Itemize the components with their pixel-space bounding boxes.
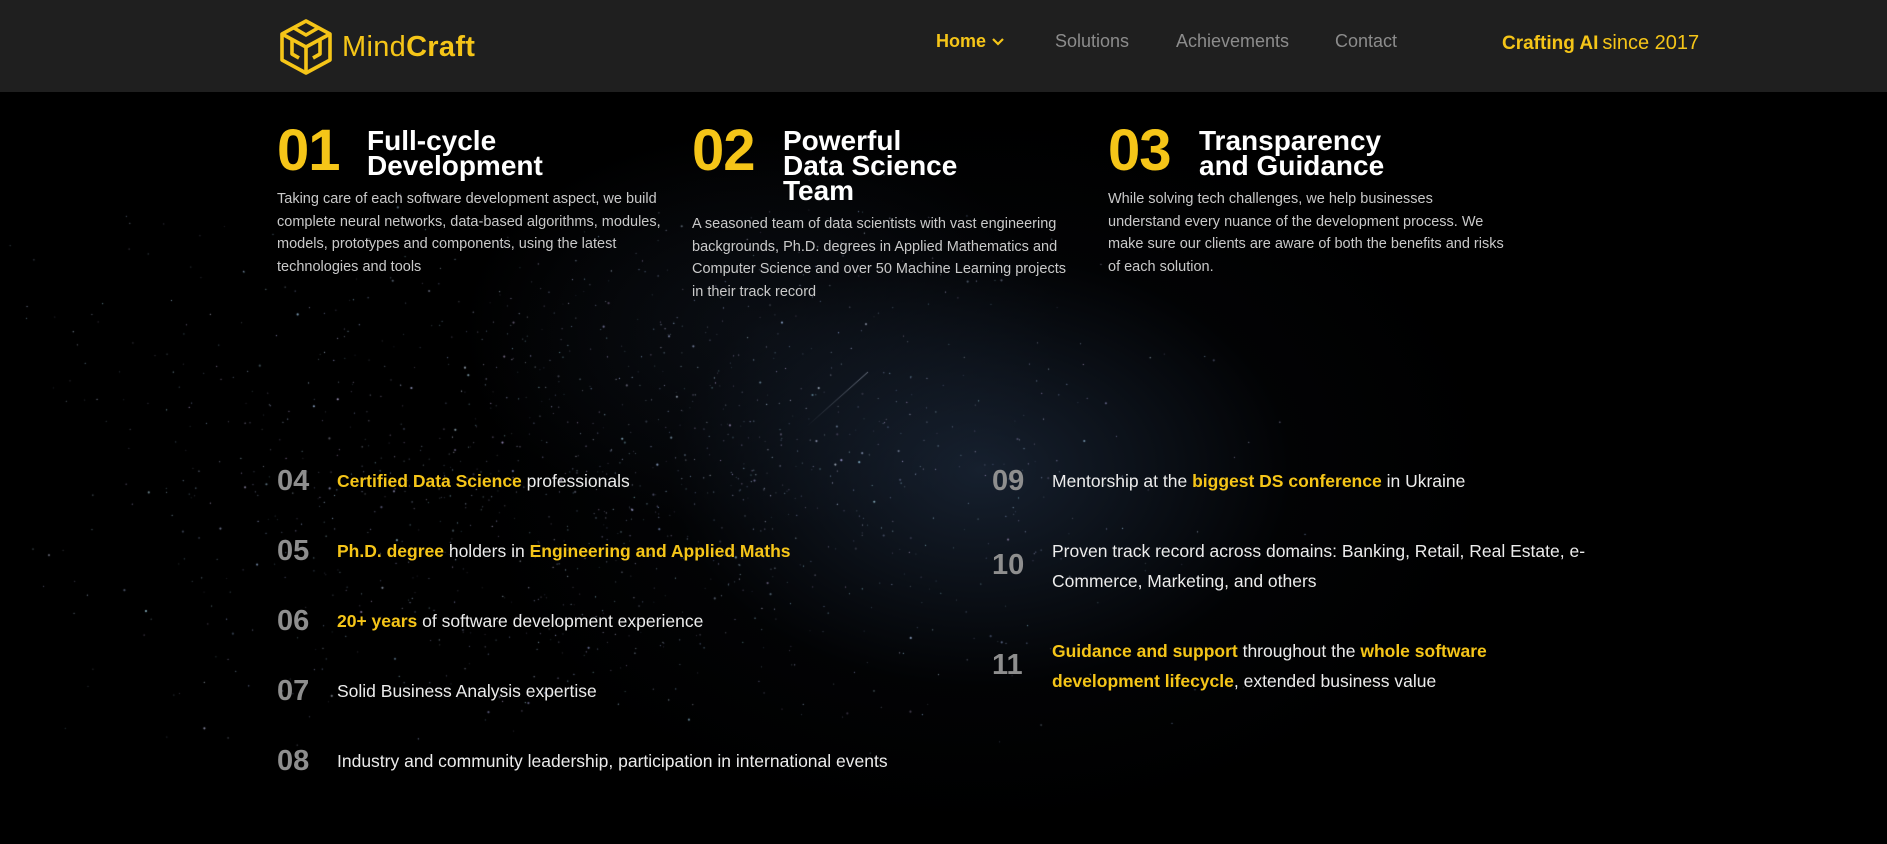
nav-item-home[interactable]: Home [936, 31, 1004, 52]
plain-text: holders in [443, 541, 530, 561]
list-item-text: 20+ years of software development experi… [337, 606, 897, 636]
plain-text: Mentorship at the [1052, 471, 1193, 491]
feature-description: Taking care of each software development… [277, 191, 661, 275]
header: MindCraft Home Solutions Achievements Co… [0, 0, 1887, 92]
list-item-number: 09 [992, 465, 1025, 497]
feature-title: Transparency and Guidance [1199, 125, 1385, 181]
plain-text: Solid Business Analysis expertise [337, 681, 597, 701]
nav-item-label: Achievements [1176, 31, 1290, 51]
list-item-number: 11 [992, 649, 1023, 681]
tagline: Crafting AI since 2017 [1502, 32, 1699, 55]
list-item-text: Guidance and support throughout the whol… [1052, 636, 1592, 696]
list-item-text: Solid Business Analysis expertise [337, 676, 897, 706]
list-item-text: Industry and community leadership, parti… [337, 746, 977, 776]
brand-name: MindCraft [342, 31, 475, 64]
nav-item-achievements[interactable]: Achievements [1176, 31, 1289, 52]
nav-item-solutions[interactable]: Solutions [1055, 31, 1129, 52]
brand-name-light: Mind [342, 30, 407, 63]
highlight-text: Guidance and support [1052, 641, 1238, 661]
highlight-text: Engineering and Applied Maths [529, 541, 791, 561]
brand-name-bold: Craft [406, 30, 476, 63]
feature-title: Powerful Data Science Team [783, 125, 958, 206]
nav-item-label: Solutions [1055, 31, 1130, 51]
list-item-number: 07 [277, 675, 310, 707]
feature-number: 02 [692, 118, 756, 183]
highlight-text: biggest DS conference [1192, 471, 1382, 491]
list-item-number: 06 [277, 605, 310, 637]
list-item-text: Ph.D. degree holders in Engineering and … [337, 536, 897, 566]
plain-text: Proven track record across domains: Bank… [1052, 541, 1586, 591]
plain-text: , extended business value [1233, 671, 1437, 691]
mindcraft-cube-logo-icon [280, 19, 332, 75]
plain-text: professionals [521, 471, 630, 491]
nav-item-label: Contact [1335, 31, 1398, 51]
highlight-text: Certified Data Science [337, 471, 522, 491]
highlight-text: 20+ years [337, 611, 418, 631]
feature-description: A seasoned team of data scientists with … [692, 216, 1066, 300]
plain-text: of software development experience [417, 611, 704, 631]
plain-text: in Ukraine [1381, 471, 1466, 491]
nav-item-contact[interactable]: Contact [1335, 31, 1397, 52]
logo-link[interactable]: MindCraft [278, 18, 475, 76]
tagline-strong: Crafting AI [1502, 33, 1599, 54]
list-item-number: 08 [277, 745, 310, 777]
highlight-text: Ph.D. degree [337, 541, 444, 561]
list-item-number: 04 [277, 465, 310, 497]
tagline-since: since 2017 [1602, 32, 1700, 54]
list-item-text: Proven track record across domains: Bank… [1052, 536, 1592, 596]
feature-number: 01 [277, 118, 341, 183]
page: MindCraft Home Solutions Achievements Co… [0, 0, 1887, 844]
nav-item-label: Home [936, 31, 987, 51]
list-item-number: 10 [992, 549, 1025, 581]
plain-text: Industry and community leadership, parti… [337, 751, 888, 771]
list-item-text: Certified Data Science professionals [337, 466, 897, 496]
chevron-down-icon [992, 38, 1004, 46]
feature-description: While solving tech challenges, we help b… [1108, 191, 1504, 275]
feature-title: Full-cycle Development [367, 125, 543, 181]
plain-text: throughout the [1237, 641, 1361, 661]
feature-number: 03 [1108, 118, 1172, 183]
list-item-number: 05 [277, 535, 310, 567]
list-item-text: Mentorship at the biggest DS conference … [1052, 466, 1612, 496]
